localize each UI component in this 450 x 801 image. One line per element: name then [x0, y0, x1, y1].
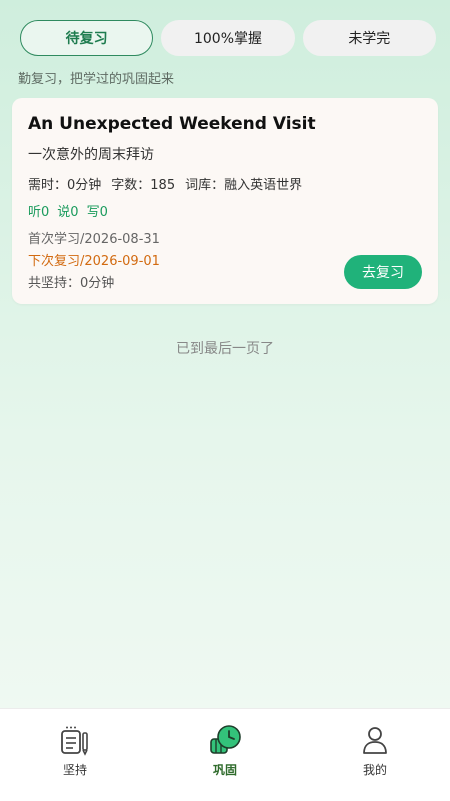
tab-pending-review[interactable]: 待复习: [20, 20, 154, 56]
person-icon: [358, 723, 392, 757]
nav-mine[interactable]: 我的: [300, 709, 450, 801]
bottom-nav: 坚持 巩固 我的: [0, 708, 450, 801]
speak-count: 说0: [57, 205, 79, 220]
filter-tabs: 待复习 100%掌握 未学完: [20, 20, 436, 56]
article-card[interactable]: An Unexpected Weekend Visit 一次意外的周末拜访 需时…: [12, 98, 438, 304]
article-title: An Unexpected Weekend Visit: [28, 114, 316, 134]
lexicon: 词库：融入英语世界: [185, 178, 303, 193]
go-review-button[interactable]: 去复习: [344, 255, 422, 289]
article-meta: 需时：0分钟 字数：185 词库：融入英语世界: [28, 174, 302, 193]
skill-stats: 听0 说0 写0: [28, 201, 108, 220]
listen-count: 听0: [28, 205, 50, 220]
end-of-list-text: 已到最后一页了: [176, 341, 274, 357]
nav-persist[interactable]: 坚持: [0, 709, 150, 801]
nav-mine-label: 我的: [362, 763, 387, 777]
time-needed: 需时：0分钟: [28, 178, 102, 193]
notebook-pen-icon: [58, 723, 92, 757]
tab-mastered[interactable]: 100%掌握: [161, 20, 295, 56]
page-subtitle: 勤复习，把学过的巩固起来: [18, 72, 175, 87]
article-title-cn: 一次意外的周末拜访: [28, 147, 154, 163]
tab-unfinished[interactable]: 未学完: [302, 20, 436, 56]
review-clock-icon: [208, 723, 242, 757]
nav-consolidate-label: 巩固: [212, 763, 237, 777]
first-study-date: 首次学习/2026-08-31: [28, 232, 160, 247]
total-time: 共坚持：0分钟: [28, 276, 115, 291]
nav-persist-label: 坚持: [62, 763, 87, 777]
next-review-date: 下次复习/2026-09-01: [28, 254, 160, 269]
word-count: 字数：185: [111, 178, 176, 193]
write-count: 写0: [86, 205, 108, 220]
nav-consolidate[interactable]: 巩固: [150, 709, 300, 801]
